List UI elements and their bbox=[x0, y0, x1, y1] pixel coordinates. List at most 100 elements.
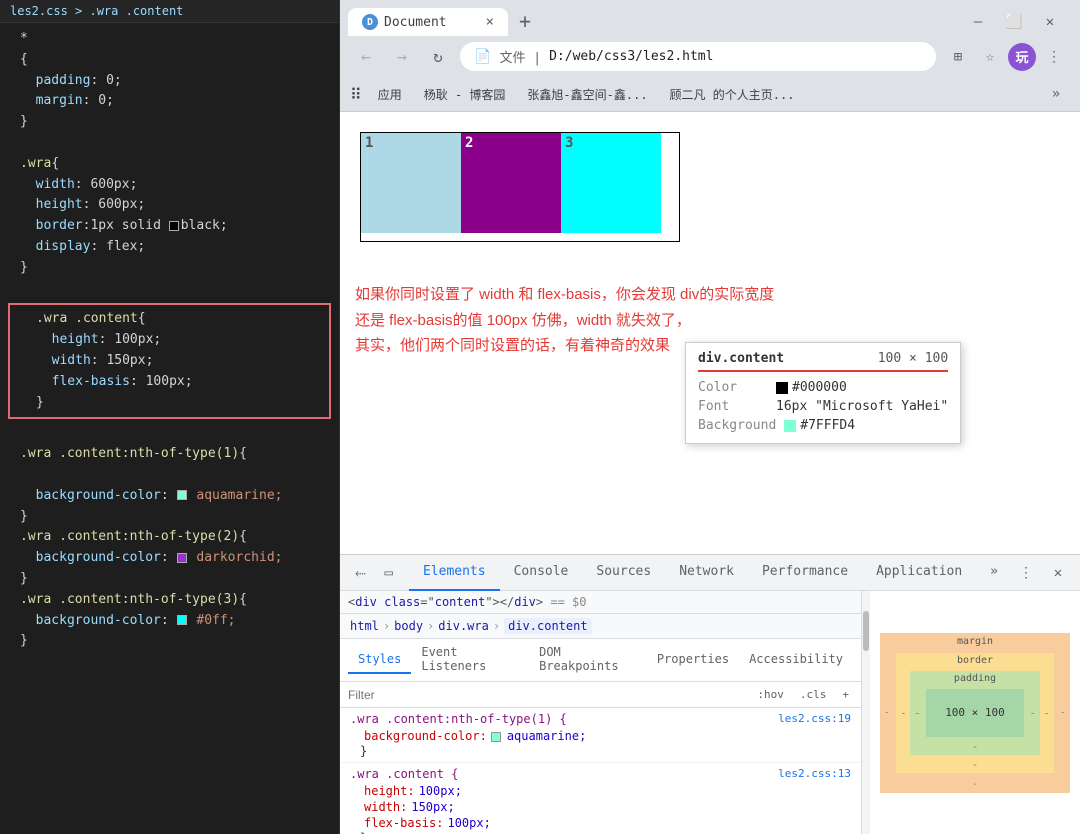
browser-tabs: D Document × + — ⬜ ✕ bbox=[340, 0, 1080, 36]
bookmarks-more[interactable]: » bbox=[1042, 80, 1070, 108]
code-line: * bbox=[0, 29, 339, 50]
screensearch-button[interactable]: ⊞ bbox=[944, 43, 972, 71]
filter-hov-button[interactable]: :hov bbox=[753, 686, 788, 703]
inspect-icon[interactable]: ⬸ bbox=[348, 559, 372, 587]
box-number-1: 1 bbox=[365, 135, 373, 151]
browser-tab-document[interactable]: D Document × bbox=[348, 8, 508, 36]
breadcrumb-body[interactable]: body bbox=[394, 619, 423, 633]
devtools-content-area: <div class="content"></div> == $0 html ›… bbox=[340, 591, 1080, 834]
css-rule-nth1: les2.css:19 .wra .content:nth-of-type(1)… bbox=[340, 708, 861, 763]
file-icon: 📄 bbox=[474, 49, 491, 65]
filter-cls-button[interactable]: .cls bbox=[796, 686, 831, 703]
css-prop-name: background-color: bbox=[364, 729, 487, 743]
bookmark-guer[interactable]: 顾二凡 的个人主页... bbox=[664, 84, 801, 105]
breadcrumb-html[interactable]: html bbox=[350, 619, 379, 633]
address-bar[interactable]: 📄 文件 | D:/web/css3/les2.html bbox=[460, 42, 936, 71]
minimize-button[interactable]: — bbox=[964, 8, 992, 36]
code-line: .wra .content{ bbox=[16, 309, 323, 330]
padding-right: - bbox=[1029, 706, 1036, 719]
bookmark-apps[interactable]: 应用 bbox=[372, 84, 408, 105]
margin-right: - bbox=[1060, 707, 1066, 718]
bookmarks-bar: ⠿ 应用 杨耿 - 博客园 张鑫旭-鑫空间-鑫... 顾二凡 的个人主页... … bbox=[340, 77, 1080, 112]
devtools-scrollthumb[interactable] bbox=[863, 611, 869, 651]
tooltip-bg-row: Background #7FFFD4 bbox=[698, 416, 948, 435]
margin-left: - bbox=[884, 707, 890, 718]
main-layout: les2.css > .wra .content * { padding: 0;… bbox=[0, 0, 1080, 834]
tab-close-button[interactable]: × bbox=[486, 14, 494, 30]
new-tab-button[interactable]: + bbox=[510, 6, 540, 36]
code-line: .wra .content:nth-of-type(2){ bbox=[0, 527, 339, 548]
tooltip-bg-label: Background bbox=[698, 418, 776, 433]
flex-demo-container: 1 2 3 bbox=[340, 112, 1080, 262]
tooltip-font-value: 16px "Microsoft YaHei" bbox=[776, 399, 948, 414]
elements-breadcrumb: html › body › div.wra › div.content bbox=[340, 614, 861, 639]
filter-input[interactable] bbox=[348, 688, 745, 702]
styles-tab-properties[interactable]: Properties bbox=[647, 646, 739, 674]
url-scheme: 文件 | bbox=[499, 47, 541, 66]
url-text: D:/web/css3/les2.html bbox=[549, 49, 713, 64]
reload-button[interactable]: ↻ bbox=[424, 43, 452, 71]
editor-panel: les2.css > .wra .content * { padding: 0;… bbox=[0, 0, 340, 834]
devtools-tab-elements[interactable]: Elements bbox=[409, 555, 500, 591]
styles-tab-styles[interactable]: Styles bbox=[348, 646, 411, 674]
bookmark-label: 应用 bbox=[378, 86, 402, 103]
tooltip-size: 100 × 100 bbox=[878, 351, 948, 366]
devtools-tab-application[interactable]: Application bbox=[862, 555, 976, 591]
code-line: } bbox=[0, 258, 339, 279]
device-icon[interactable]: ▭ bbox=[376, 559, 400, 587]
breadcrumb-divcontent[interactable]: div.content bbox=[504, 618, 591, 634]
bookmark-button[interactable]: ☆ bbox=[976, 43, 1004, 71]
back-button[interactable]: ← bbox=[352, 43, 380, 71]
css-prop-value: 100px; bbox=[419, 784, 462, 798]
code-line: display: flex; bbox=[0, 237, 339, 258]
tooltip-header: div.content 100 × 100 bbox=[698, 351, 948, 372]
bookmark-yanggeng[interactable]: 杨耿 - 博客园 bbox=[418, 84, 512, 105]
styles-tab-dombreakpoints[interactable]: DOM Breakpoints bbox=[529, 639, 647, 681]
address-bar-row: ← → ↻ 📄 文件 | D:/web/css3/les2.html ⊞ ☆ 玩… bbox=[340, 36, 1080, 77]
styles-tab-eventlisteners[interactable]: Event Listeners bbox=[411, 639, 529, 681]
page-content-area: 1 2 3 div.content 100 × 100 bbox=[340, 112, 1080, 554]
devtools-topbar: ⬸ ▭ Elements Console Sources Network Per… bbox=[340, 555, 1080, 591]
styles-tab-accessibility[interactable]: Accessibility bbox=[739, 646, 853, 674]
box-model: margin - - - border - - - bbox=[880, 633, 1070, 793]
css-rule-closing: } bbox=[350, 744, 851, 758]
devtools-scrollbar[interactable] bbox=[862, 591, 870, 834]
browser-chrome: D Document × + — ⬜ ✕ ← → ↻ 📄 文件 | bbox=[340, 0, 1080, 112]
devtools-tab-performance[interactable]: Performance bbox=[748, 555, 862, 591]
devtools-close-icon[interactable]: ✕ bbox=[1044, 559, 1072, 587]
code-line: background-color: #0ff; bbox=[0, 611, 339, 632]
margin-bottom: - bbox=[972, 779, 978, 790]
settings-button[interactable]: ⋮ bbox=[1040, 43, 1068, 71]
code-line: { bbox=[0, 50, 339, 71]
breadcrumb-divwra[interactable]: div.wra bbox=[438, 619, 489, 633]
css-prop-name: height: bbox=[364, 784, 415, 798]
forward-button[interactable]: → bbox=[388, 43, 416, 71]
box-number-3: 3 bbox=[565, 135, 573, 151]
devtools-settings-icon[interactable]: ⋮ bbox=[1012, 559, 1040, 587]
devtools-tab-network[interactable]: Network bbox=[665, 555, 748, 591]
bookmark-zhangxinxu[interactable]: 张鑫旭-鑫空间-鑫... bbox=[521, 84, 653, 105]
browser-panel: D Document × + — ⬜ ✕ ← → ↻ 📄 文件 | bbox=[340, 0, 1080, 834]
css-prop-value: 150px; bbox=[411, 800, 454, 814]
devtools-tab-more[interactable]: » bbox=[976, 555, 1012, 591]
maximize-button[interactable]: ⬜ bbox=[1000, 8, 1028, 36]
tooltip-color-value: #000000 bbox=[776, 380, 847, 395]
css-property: background-color: aquamarine; bbox=[350, 728, 851, 744]
tooltip-color-row: Color #000000 bbox=[698, 378, 948, 397]
flex-box-3: 3 bbox=[561, 133, 661, 233]
css-rule-file[interactable]: les2.css:19 bbox=[778, 712, 851, 725]
devtools-tabs: Elements Console Sources Network Perform… bbox=[409, 555, 1012, 591]
css-rule-file[interactable]: les2.css:13 bbox=[778, 767, 851, 780]
devtools-tab-sources[interactable]: Sources bbox=[582, 555, 665, 591]
code-line: height: 100px; bbox=[16, 330, 323, 351]
profile-button[interactable]: 玩 bbox=[1008, 43, 1036, 71]
apps-button[interactable]: ⠿ bbox=[350, 85, 362, 104]
code-line: .wra .content:nth-of-type(3){ bbox=[0, 590, 339, 611]
devtools-right-panel: margin - - - border - - - bbox=[870, 591, 1080, 834]
devtools-left-panel: <div class="content"></div> == $0 html ›… bbox=[340, 591, 862, 834]
close-window-button[interactable]: ✕ bbox=[1036, 8, 1064, 36]
code-line: background-color: aquamarine; bbox=[0, 486, 339, 507]
devtools-tab-console[interactable]: Console bbox=[500, 555, 583, 591]
bookmark-label: 顾二凡 的个人主页... bbox=[670, 86, 795, 103]
filter-add-button[interactable]: + bbox=[838, 686, 853, 703]
